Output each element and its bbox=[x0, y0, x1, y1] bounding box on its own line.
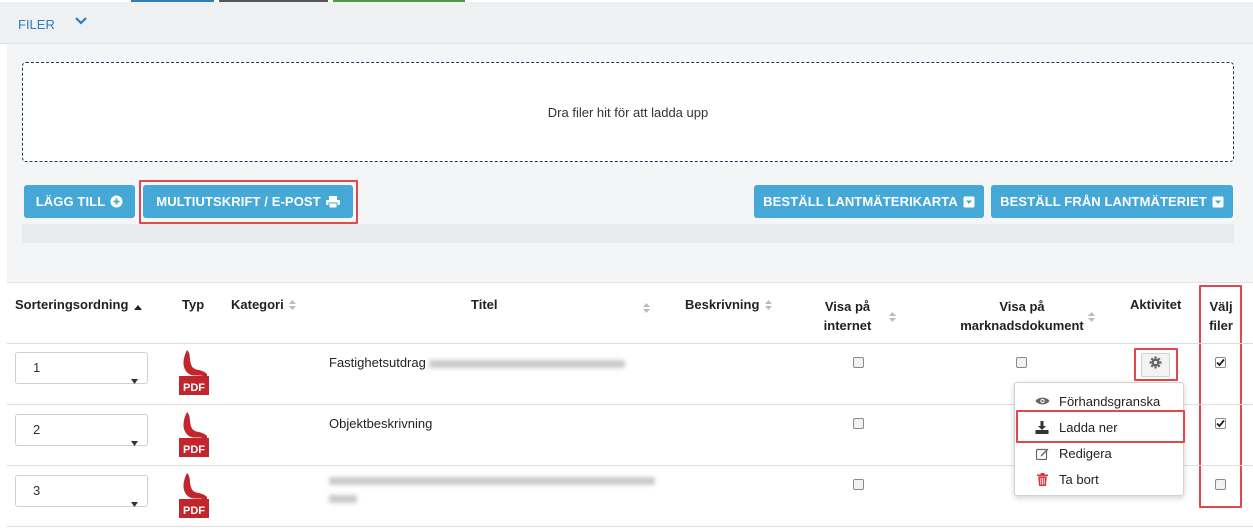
sort-order-value: 1 bbox=[33, 360, 41, 375]
category-header-label: Kategori bbox=[231, 297, 284, 312]
sort-order-value: 3 bbox=[33, 483, 41, 498]
redacted-text bbox=[429, 359, 626, 368]
file-title: Fastighetsutdrag bbox=[329, 355, 626, 370]
order-from-lantmateriet-button[interactable]: BESTÄLL FRÅN LANTMÄTERIET bbox=[991, 185, 1233, 218]
column-header-title[interactable]: Titel bbox=[471, 297, 498, 312]
sort-asc-icon bbox=[134, 298, 143, 313]
file-title-text: Fastighetsutdrag bbox=[329, 355, 426, 370]
menu-item-delete[interactable]: Ta bort bbox=[1015, 467, 1183, 491]
sort-icon bbox=[765, 298, 773, 313]
sort-order-select[interactable]: 3 bbox=[15, 475, 148, 507]
multiprint-email-button[interactable]: MULTIUTSKRIFT / E-POST bbox=[143, 185, 353, 218]
column-header-type: Typ bbox=[182, 297, 205, 312]
order-lantmateri-map-button[interactable]: BESTÄLL LANTMÄTERIKARTA bbox=[754, 185, 984, 218]
order-map-label: BESTÄLL LANTMÄTERIKARTA bbox=[763, 194, 958, 209]
show-marketing-header-line1: Visa på bbox=[999, 299, 1045, 314]
svg-text:PDF: PDF bbox=[183, 505, 205, 517]
select-file-checkbox[interactable] bbox=[1215, 418, 1226, 429]
show-internet-checkbox[interactable] bbox=[853, 418, 864, 429]
redacted-text bbox=[329, 477, 655, 485]
pdf-file-icon[interactable]: PDF bbox=[177, 350, 211, 401]
gear-icon bbox=[1149, 356, 1162, 374]
description-header-label: Beskrivning bbox=[685, 297, 760, 312]
menu-item-label: Förhandsgranska bbox=[1059, 393, 1161, 409]
file-title: Objektbeskrivning bbox=[329, 416, 433, 431]
sort-icon[interactable] bbox=[1088, 309, 1095, 327]
sort-icon[interactable] bbox=[889, 309, 896, 327]
sort-icon[interactable] bbox=[643, 300, 650, 318]
svg-text:PDF: PDF bbox=[183, 382, 205, 394]
column-header-description[interactable]: Beskrivning bbox=[685, 297, 773, 313]
dropzone-text: Dra filer hit för att ladda upp bbox=[547, 104, 709, 120]
column-header-sort-order[interactable]: Sorteringsordning bbox=[15, 297, 143, 313]
progress-bar-area bbox=[22, 224, 1234, 243]
caret-square-down-icon bbox=[1212, 196, 1224, 208]
add-button-label: LÄGG TILL bbox=[35, 194, 106, 209]
select-file-checkbox[interactable] bbox=[1215, 479, 1226, 490]
column-header-show-marketing[interactable]: Visa på marknadsdokument bbox=[957, 297, 1087, 335]
files-section-header[interactable] bbox=[0, 2, 1253, 44]
trash-icon bbox=[1034, 472, 1050, 486]
column-header-show-internet[interactable]: Visa på internet bbox=[820, 297, 875, 335]
row-divider bbox=[7, 343, 1253, 344]
show-internet-header-line2: internet bbox=[823, 318, 872, 333]
show-internet-checkbox[interactable] bbox=[853, 357, 864, 368]
menu-item-label: Redigera bbox=[1059, 445, 1112, 461]
svg-text:PDF: PDF bbox=[183, 444, 205, 456]
caret-square-down-icon bbox=[963, 196, 975, 208]
sort-icon bbox=[289, 298, 297, 313]
edit-icon bbox=[1034, 447, 1050, 460]
plus-circle-icon bbox=[110, 195, 123, 208]
file-dropzone[interactable]: Dra filer hit för att ladda upp bbox=[22, 62, 1234, 162]
section-title[interactable]: FILER bbox=[18, 17, 55, 32]
show-internet-header-line1: Visa på bbox=[824, 299, 871, 314]
chevron-down-icon bbox=[131, 365, 138, 395]
row-divider bbox=[7, 526, 1253, 527]
sort-order-select[interactable]: 1 bbox=[15, 352, 148, 384]
highlight-select-column bbox=[1199, 285, 1242, 508]
eye-icon bbox=[1034, 396, 1050, 406]
sort-order-select[interactable]: 2 bbox=[15, 414, 148, 446]
redacted-text bbox=[329, 495, 357, 503]
select-file-checkbox[interactable] bbox=[1215, 357, 1226, 368]
menu-item-label: Ta bort bbox=[1059, 471, 1099, 487]
chevron-down-icon bbox=[131, 488, 138, 518]
print-icon bbox=[325, 195, 340, 208]
sort-order-value: 2 bbox=[33, 422, 41, 437]
pdf-file-icon[interactable]: PDF bbox=[177, 473, 211, 524]
sort-order-header-label: Sorteringsordning bbox=[15, 297, 129, 312]
pdf-file-icon[interactable]: PDF bbox=[177, 412, 211, 463]
show-marketing-checkbox[interactable] bbox=[1016, 357, 1027, 368]
highlight-download bbox=[1016, 410, 1185, 443]
chevron-down-icon[interactable] bbox=[74, 14, 88, 33]
activity-gear-button[interactable] bbox=[1141, 353, 1170, 377]
file-title bbox=[329, 477, 655, 503]
order-from-label: BESTÄLL FRÅN LANTMÄTERIET bbox=[1000, 194, 1207, 209]
menu-item-edit[interactable]: Redigera bbox=[1015, 441, 1183, 465]
column-header-activity: Aktivitet bbox=[1130, 297, 1182, 312]
multiprint-button-label: MULTIUTSKRIFT / E-POST bbox=[156, 194, 321, 209]
show-internet-checkbox[interactable] bbox=[853, 479, 864, 490]
column-header-category[interactable]: Kategori bbox=[231, 297, 297, 313]
chevron-down-icon bbox=[131, 427, 138, 457]
add-button[interactable]: LÄGG TILL bbox=[24, 185, 135, 218]
show-marketing-header-line2: marknadsdokument bbox=[960, 318, 1084, 333]
